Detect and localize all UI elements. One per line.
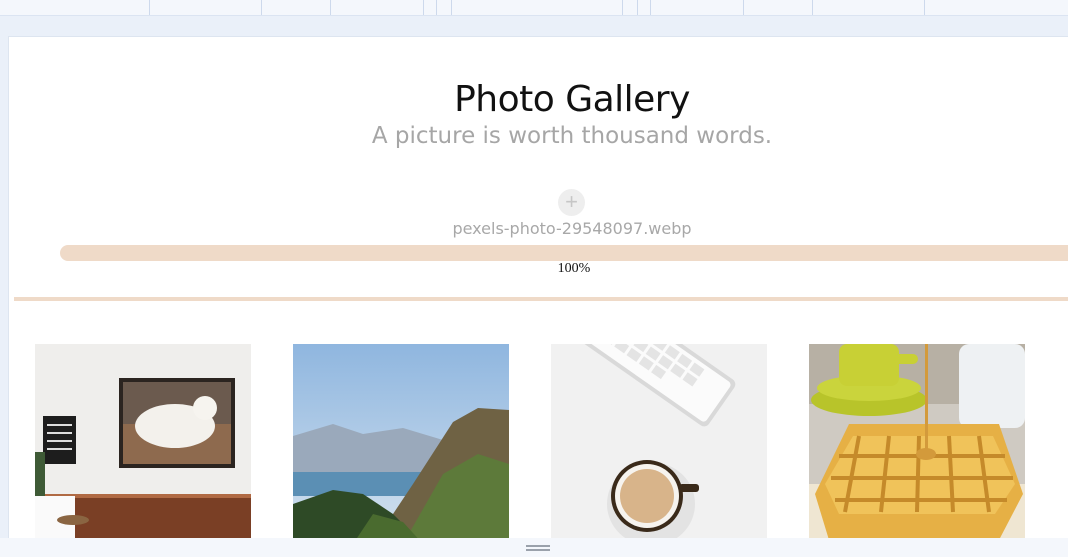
toolbar-divider (149, 0, 150, 15)
toolbar-divider (812, 0, 813, 15)
photo-waffles (809, 344, 1025, 539)
add-photo-button[interactable]: + (558, 189, 585, 216)
drag-handle-icon[interactable] (526, 545, 550, 551)
gallery-photo-2[interactable] (293, 344, 509, 539)
top-toolbar-strip (0, 0, 1068, 16)
photo-cat-painting (35, 344, 251, 539)
toolbar-divider (436, 0, 437, 15)
gallery-panel: Photo Gallery A picture is worth thousan… (8, 36, 1068, 539)
photo-keyboard-coffee (551, 344, 767, 539)
toolbar-divider (743, 0, 744, 15)
section-divider (14, 297, 1068, 301)
gallery-photo-1[interactable] (35, 344, 251, 539)
toolbar-divider (451, 0, 452, 15)
toolbar-divider (261, 0, 262, 15)
upload-progress-fill (60, 245, 1068, 261)
gallery-photo-3[interactable] (551, 344, 767, 539)
toolbar-divider (637, 0, 638, 15)
upload-progress-bar (60, 245, 1068, 261)
upload-file-name: pexels-photo-29548097.webp (452, 219, 692, 238)
toolbar-divider (622, 0, 623, 15)
page-subtitle: A picture is worth thousand words. (371, 123, 773, 149)
resize-handle-bar (0, 538, 1068, 557)
photo-mountain-landscape (293, 344, 509, 539)
toolbar-divider (650, 0, 651, 15)
upload-progress-label: 100% (557, 261, 591, 276)
gallery-photo-4[interactable] (809, 344, 1025, 539)
toolbar-divider (423, 0, 424, 15)
page-title: Photo Gallery (454, 79, 690, 120)
toolbar-divider (330, 0, 331, 15)
plus-icon: + (565, 189, 578, 214)
toolbar-divider (924, 0, 925, 15)
